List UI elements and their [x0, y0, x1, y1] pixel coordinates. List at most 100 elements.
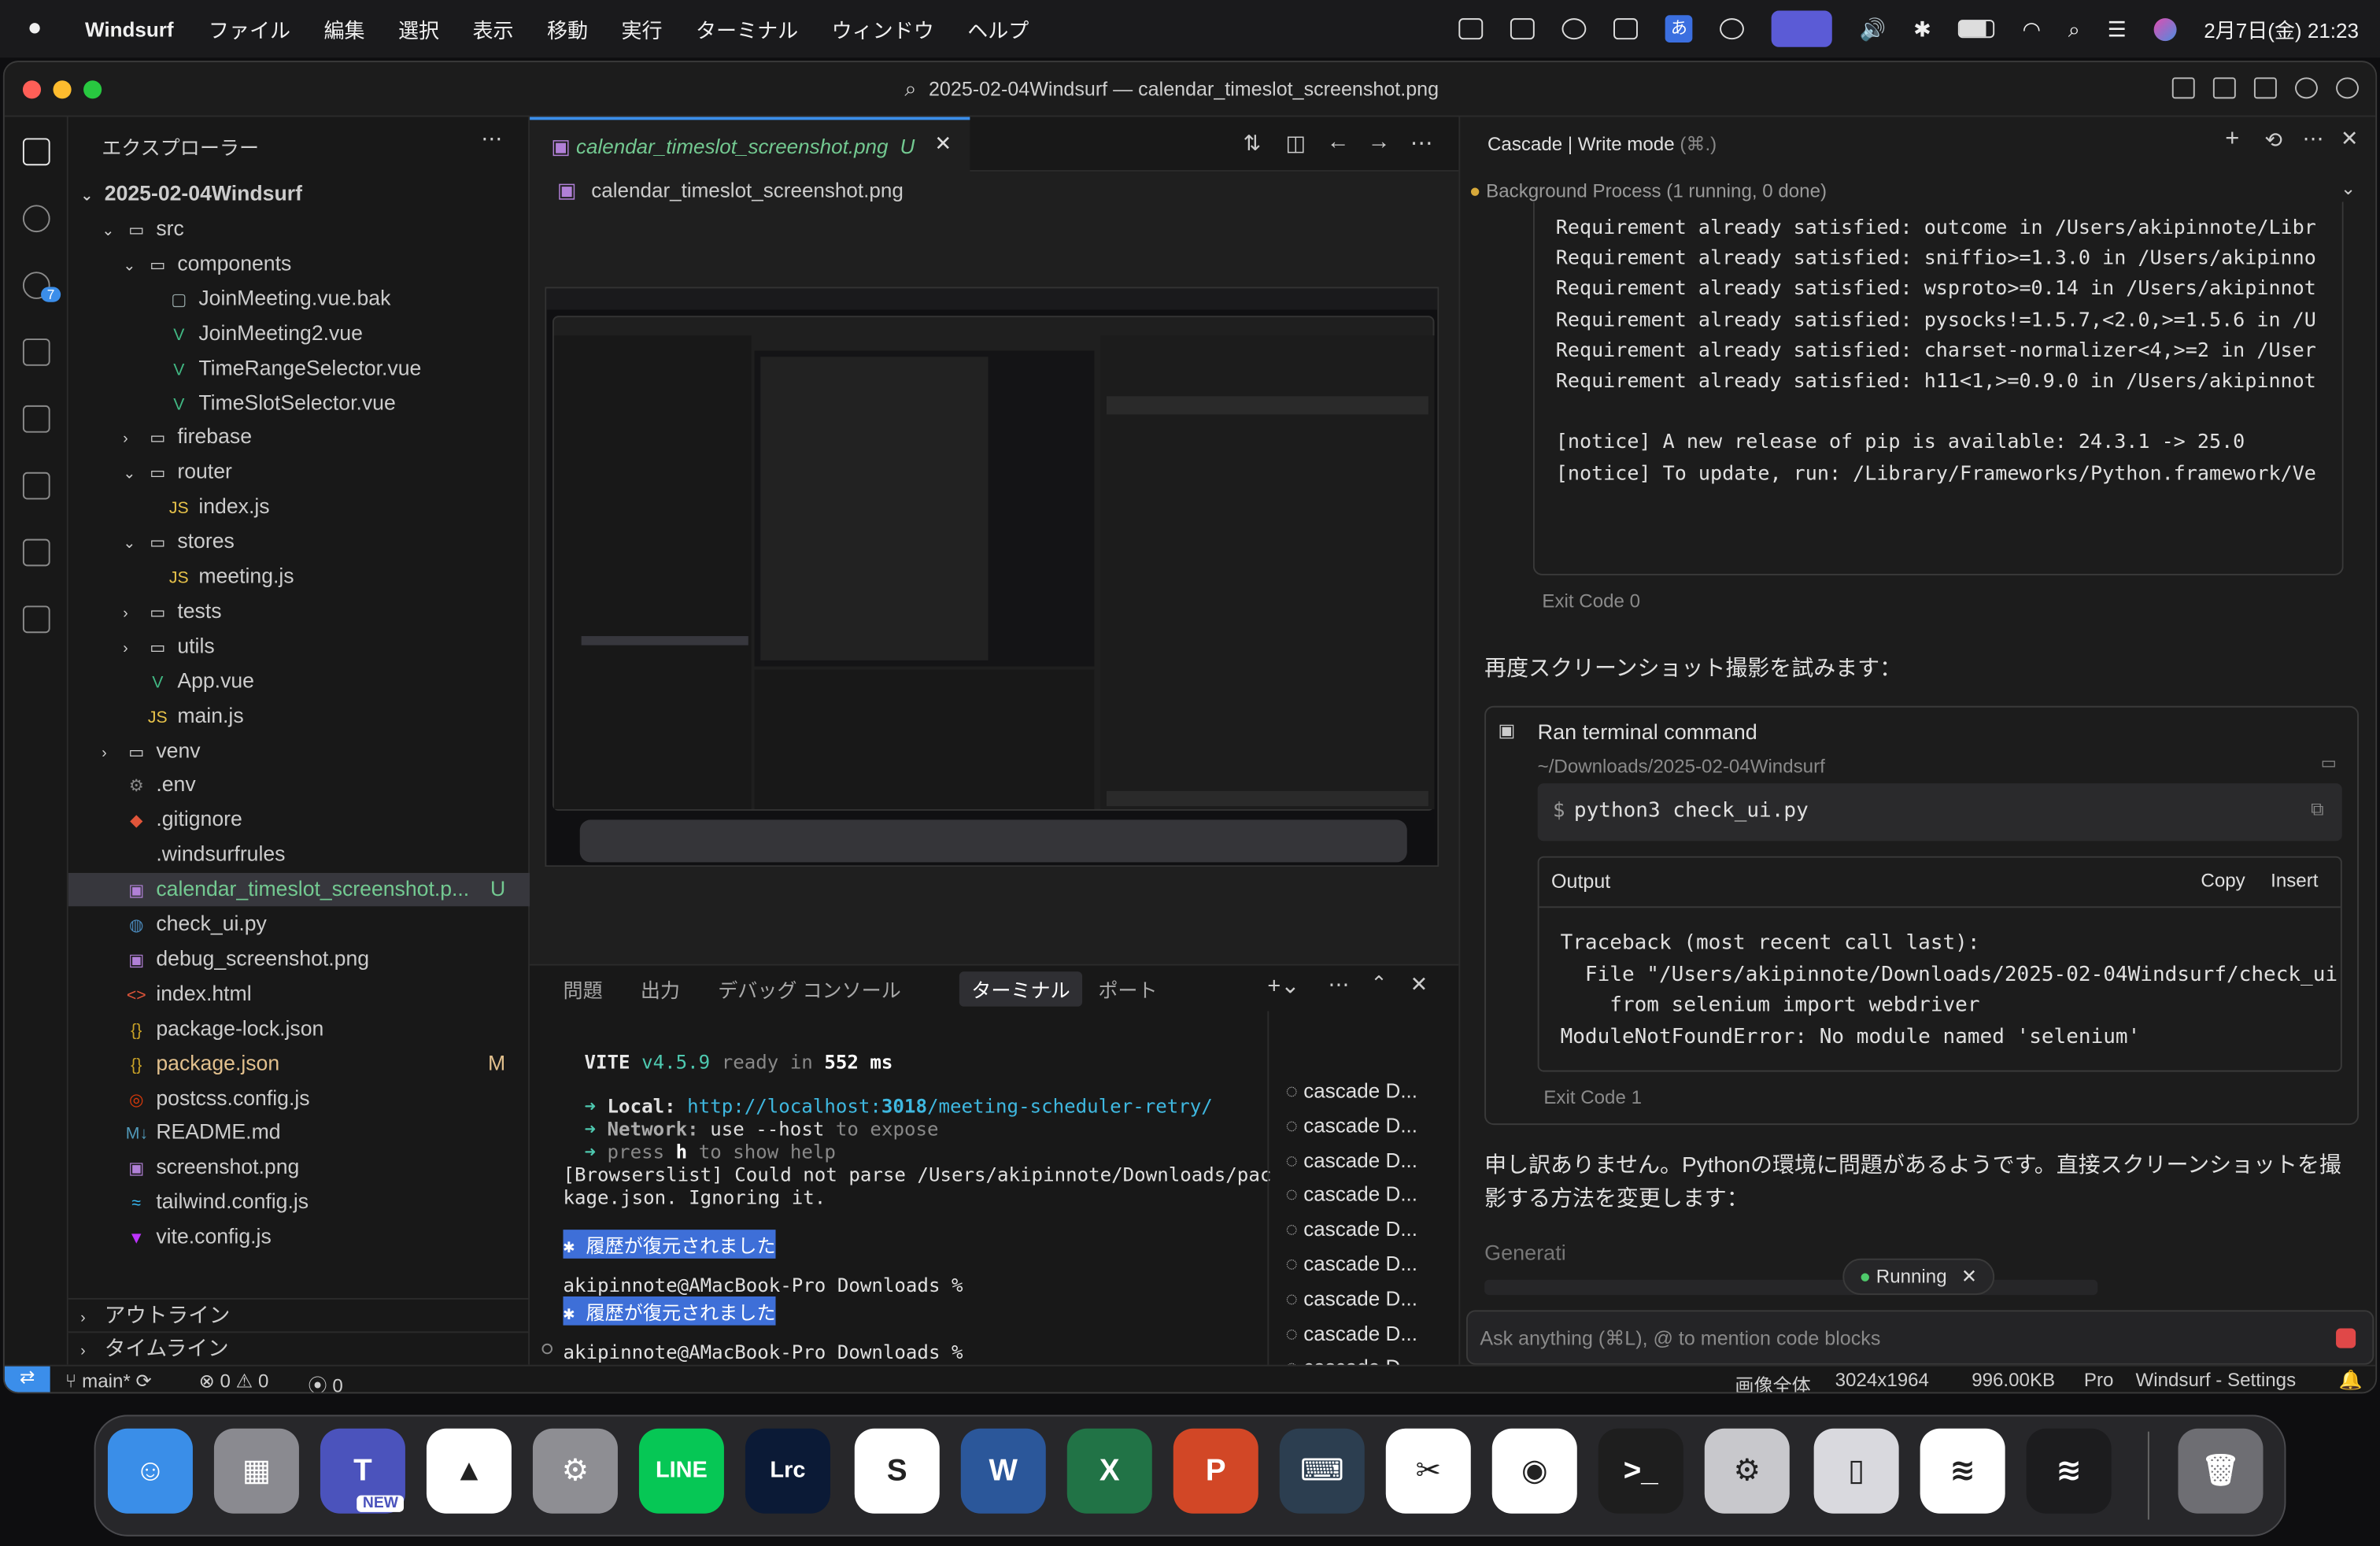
- compare-icon[interactable]: ⇅: [1243, 131, 1261, 157]
- menu-item-6[interactable]: ターミナル: [696, 13, 798, 44]
- dock-app-line[interactable]: LINE: [638, 1428, 724, 1514]
- menu-item-2[interactable]: 選択: [398, 13, 439, 44]
- file-item[interactable]: <> index.html: [68, 978, 530, 1011]
- layers-icon[interactable]: [22, 605, 50, 634]
- panel-tab-4[interactable]: ポート: [1098, 975, 1157, 1004]
- outline-section[interactable]: › アウトライン: [68, 1297, 530, 1331]
- file-item[interactable]: JS meeting.js: [68, 560, 530, 594]
- panel-more-icon[interactable]: ⋯: [1328, 971, 1349, 997]
- dock-app-system-settings[interactable]: ⚙: [532, 1428, 618, 1514]
- go-back-icon[interactable]: ←: [1327, 129, 1350, 155]
- terminal-list-item[interactable]: ◌ cascade D...: [1270, 1144, 1452, 1177]
- plan-badge[interactable]: Pro: [2084, 1370, 2114, 1391]
- dock-app-terminal[interactable]: >_: [1598, 1428, 1683, 1514]
- file-item[interactable]: ▢ JoinMeeting.vue.bak: [68, 282, 530, 315]
- history-icon[interactable]: ⟲: [2264, 128, 2282, 153]
- control-center-icon[interactable]: ☰: [2108, 16, 2127, 42]
- remote-indicator-icon[interactable]: ⇄: [4, 1366, 50, 1393]
- search-icon[interactable]: [22, 205, 50, 233]
- tab-calendar-screenshot[interactable]: ▣ calendar_timeslot_screenshot.png U ✕: [530, 117, 970, 172]
- new-terminal-icon[interactable]: +⌄: [1267, 971, 1299, 999]
- folder-item[interactable]: › ▭ utils: [68, 630, 530, 663]
- new-chat-icon[interactable]: +: [2225, 126, 2239, 153]
- bluetooth-icon[interactable]: ✱: [1913, 16, 1931, 42]
- folder-item[interactable]: ⌄ ▭ stores: [68, 525, 530, 558]
- terminal-list-item[interactable]: ◌ cascade D...: [1270, 1282, 1452, 1315]
- dock-app-excel[interactable]: X: [1066, 1428, 1152, 1514]
- folder-item[interactable]: › ▭ venv: [68, 734, 530, 767]
- close-panel-icon[interactable]: ✕: [1410, 971, 1428, 997]
- file-item[interactable]: V App.vue: [68, 664, 530, 697]
- folder-item[interactable]: › ▭ firebase: [68, 421, 530, 454]
- screen-icon[interactable]: [1613, 18, 1639, 40]
- expand-icon[interactable]: ⌄: [2341, 178, 2356, 199]
- file-item[interactable]: ◎ postcss.config.js: [68, 1082, 530, 1115]
- image-preview[interactable]: [545, 287, 1439, 867]
- battery-icon[interactable]: [1958, 20, 1995, 39]
- screen-mirroring-icon[interactable]: [1771, 10, 1833, 47]
- app-menu[interactable]: Windsurf: [85, 17, 174, 40]
- file-item[interactable]: JS index.js: [68, 490, 530, 523]
- menu-clock[interactable]: 2月7日(金) 21:23: [2204, 13, 2359, 44]
- panel-tab-1[interactable]: 出力: [641, 975, 680, 1004]
- clipboard-icon[interactable]: [1510, 18, 1536, 40]
- dock-app-launchpad[interactable]: ▦: [213, 1428, 299, 1514]
- menu-item-3[interactable]: 表示: [473, 13, 514, 44]
- spotlight-icon[interactable]: ⌕: [2068, 16, 2080, 42]
- more-actions-icon[interactable]: ⋯: [481, 126, 502, 152]
- dock-app-keyboard[interactable]: ⌨: [1279, 1428, 1365, 1514]
- dock-app-simplenote[interactable]: S: [854, 1428, 940, 1514]
- menu-item-7[interactable]: ウィンドウ: [832, 13, 934, 44]
- zoom-window-button[interactable]: [83, 80, 102, 99]
- toggle-sidebar-icon[interactable]: [2171, 77, 2195, 99]
- ports-indicator[interactable]: ⦿ 0: [308, 1370, 342, 1392]
- folder-item[interactable]: ⌄ ▭ src: [68, 213, 530, 246]
- dock-app-automator[interactable]: ⚙: [1704, 1428, 1790, 1514]
- branch-indicator[interactable]: ⑂ main* ⟳: [65, 1370, 152, 1392]
- terminal-list-item[interactable]: ◌ cascade D...: [1270, 1109, 1452, 1142]
- menu-item-8[interactable]: ヘルプ: [967, 13, 1029, 44]
- account-icon[interactable]: [2336, 77, 2359, 99]
- apple-menu-icon[interactable]: ●: [28, 15, 61, 43]
- folder-item[interactable]: ⌄ ▭ components: [68, 247, 530, 280]
- problems-indicator[interactable]: ⊗ 0 ⚠ 0: [199, 1370, 269, 1392]
- file-item[interactable]: ▣ debug_screenshot.png: [68, 942, 530, 975]
- terminal-list-item[interactable]: ◌ cascade D...: [1270, 1213, 1452, 1246]
- file-item[interactable]: V JoinMeeting2.vue: [68, 316, 530, 350]
- file-item[interactable]: {} package.json M: [68, 1047, 530, 1080]
- file-item[interactable]: ⚙ .env: [68, 769, 530, 802]
- breadcrumb[interactable]: ▣ calendar_timeslot_screenshot.png: [530, 172, 1458, 211]
- go-forward-icon[interactable]: →: [1368, 129, 1391, 155]
- explorer-icon[interactable]: [22, 138, 50, 166]
- folder-icon[interactable]: [22, 538, 50, 567]
- timeline-section[interactable]: › タイムライン: [68, 1331, 530, 1364]
- insert-button[interactable]: Insert: [2271, 870, 2318, 891]
- dock-app-windsurf-next[interactable]: ≋: [2026, 1428, 2112, 1514]
- file-item[interactable]: ▣ screenshot.png: [68, 1151, 530, 1184]
- close-window-button[interactable]: [22, 80, 42, 99]
- terminal-list-item[interactable]: ◌ cascade D...: [1270, 1074, 1452, 1108]
- file-item[interactable]: ≈ tailwind.config.js: [68, 1186, 530, 1219]
- dock-app-iphone-mirroring[interactable]: ▯: [1813, 1428, 1899, 1514]
- terminal-list-item[interactable]: ◌ cascade D...: [1270, 1317, 1452, 1350]
- folder-item[interactable]: › ▭ tests: [68, 595, 530, 628]
- file-item[interactable]: V TimeSlotSelector.vue: [68, 386, 530, 420]
- dock-app-chrome[interactable]: ◉: [1491, 1428, 1577, 1514]
- dock-app-finder[interactable]: ☺: [107, 1428, 193, 1514]
- copy-button[interactable]: Copy: [2201, 870, 2245, 891]
- close-tab-icon[interactable]: ✕: [934, 132, 952, 157]
- panel-tab-0[interactable]: 問題: [563, 975, 602, 1004]
- terminal-list-item[interactable]: ◌ cascade D...: [1270, 1178, 1452, 1211]
- panel-tab-2[interactable]: デバッグ コンソール: [718, 975, 901, 1004]
- file-item[interactable]: ▼ vite.config.js: [68, 1221, 530, 1254]
- file-item[interactable]: M↓ README.md: [68, 1116, 530, 1149]
- menu-item-5[interactable]: 実行: [622, 13, 663, 44]
- file-item[interactable]: {} package-lock.json: [68, 1012, 530, 1045]
- close-cascade-icon[interactable]: ✕: [2341, 126, 2359, 152]
- extensions-icon[interactable]: [22, 472, 50, 500]
- dock-app-trash[interactable]: 🗑: [2178, 1428, 2264, 1514]
- file-item[interactable]: V TimeRangeSelector.vue: [68, 352, 530, 385]
- dock-app-word[interactable]: W: [960, 1428, 1046, 1514]
- windsurf-settings[interactable]: Windsurf - Settings: [2135, 1370, 2296, 1391]
- run-debug-icon[interactable]: [22, 338, 50, 366]
